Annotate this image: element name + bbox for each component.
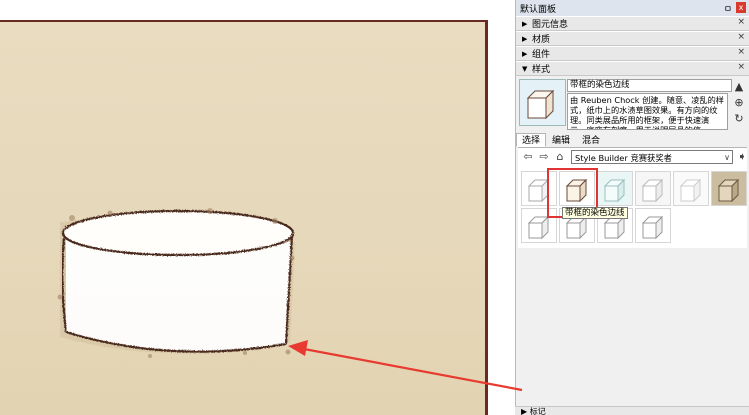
style-swatch[interactable] <box>635 171 671 206</box>
close-icon[interactable]: × <box>737 17 745 27</box>
expand-triangle-icon: ▶ <box>522 34 528 43</box>
panel-tags[interactable]: ▶ 标记 <box>515 406 749 415</box>
panel-label: 图元信息 <box>532 20 569 30</box>
panel-components[interactable]: ▶ 组件 × <box>516 46 749 61</box>
collection-selected: Style Builder 竞赛获奖者 <box>575 153 672 163</box>
style-swatch[interactable] <box>673 171 709 206</box>
close-icon[interactable]: × <box>737 62 745 72</box>
panel-entity-info[interactable]: ▶ 图元信息 × <box>516 16 749 31</box>
panel-label: 组件 <box>532 50 551 60</box>
style-swatch[interactable] <box>635 208 671 243</box>
tray-title-bar: 默认面板 ㅁ x <box>516 0 749 16</box>
forward-arrow-icon[interactable]: ⇨ <box>537 150 551 164</box>
expand-triangle-icon: ▶ <box>522 19 528 28</box>
tab-mix[interactable]: 混合 <box>576 133 606 147</box>
drawing-canvas[interactable] <box>0 20 488 415</box>
chevron-down-icon: ∨ <box>724 153 730 162</box>
collection-dropdown[interactable]: Style Builder 竞赛获奖者 ∨ <box>571 150 733 164</box>
expand-triangle-icon: ▶ <box>522 49 528 58</box>
panel-label: 样式 <box>532 65 551 75</box>
home-icon[interactable]: ⌂ <box>553 150 567 164</box>
collection-nav: ⇦ ⇨ ⌂ Style Builder 竞赛获奖者 ∨ ➧ <box>519 150 748 166</box>
cylinder-model[interactable] <box>0 22 488 415</box>
back-arrow-icon[interactable]: ⇦ <box>521 150 535 164</box>
close-icon[interactable]: x <box>736 2 746 13</box>
model-viewport[interactable] <box>0 0 515 415</box>
close-icon[interactable]: × <box>737 47 745 57</box>
details-arrow-icon[interactable]: ➧ <box>735 150 749 164</box>
create-style-icon[interactable]: ⊕ <box>732 96 746 110</box>
pin-icon[interactable]: ㅁ <box>724 2 732 15</box>
tab-select[interactable]: 选择 <box>516 133 547 147</box>
paint-bucket-icon[interactable]: ▲ <box>732 80 746 94</box>
swatch-tooltip: 带框的染色边线 <box>562 207 628 219</box>
collapse-triangle-icon: ▼ <box>522 64 528 73</box>
tab-edit[interactable]: 编辑 <box>546 133 576 147</box>
tray-title: 默认面板 <box>520 4 557 15</box>
style-tabs: 选择 编辑 混合 <box>516 133 606 147</box>
style-swatch[interactable] <box>711 171 747 206</box>
panel-styles[interactable]: ▼ 样式 × <box>516 61 749 76</box>
style-info: 带框的染色边线 由 Reuben Chock 创建。随意、凌乱的样式，纸巾上的水… <box>516 76 749 134</box>
style-name-field[interactable]: 带框的染色边线 <box>567 79 732 92</box>
panel-label: 材质 <box>532 35 551 45</box>
style-description-field[interactable]: 由 Reuben Chock 创建。随意、凌乱的样式，纸巾上的水渍草图效果。有方… <box>567 93 728 130</box>
close-icon[interactable]: × <box>737 32 745 42</box>
style-thumbnail <box>519 79 566 126</box>
update-style-icon[interactable]: ↻ <box>732 112 746 126</box>
style-swatch[interactable] <box>597 171 633 206</box>
panel-materials[interactable]: ▶ 材质 × <box>516 31 749 46</box>
